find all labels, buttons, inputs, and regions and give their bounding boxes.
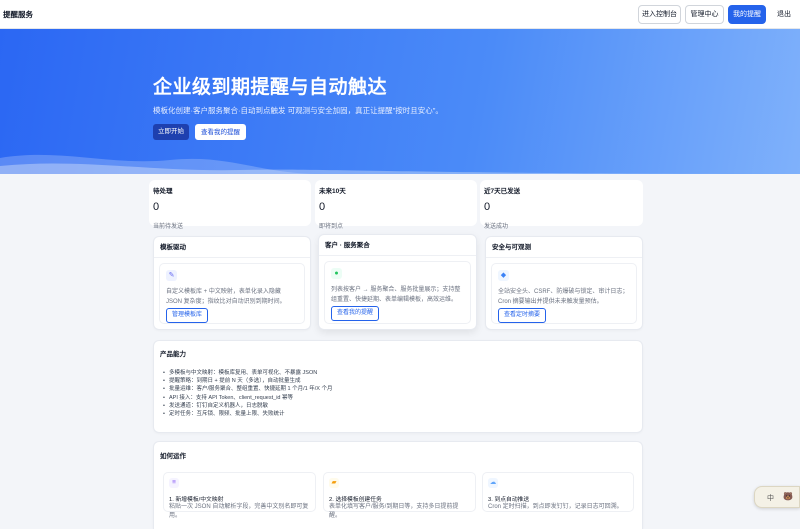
admin-center-button[interactable]: 管理中心 [685,5,724,24]
feature-body: ✎ 自定义模板库 + 中文映射，表单化录入隐藏 JSON 复杂度；指纹比对自动识… [159,263,305,324]
feature-body: ● 列表按客户 → 服务聚合、服务批量展示；支持整组重置、快捷延期、表单编辑模板… [324,261,471,324]
step-card-2: ▰ 2. 选择模板创建任务 表单化填写客户/服务/到期日等，支持多日提前提醒。 [323,472,476,519]
step-description: 表单化填写客户/服务/到期日等，支持多日提前提醒。 [329,504,459,519]
capability-item: 多模板与中文映射：模板库复用、表单可视化、不暴露 JSON [163,369,333,377]
ime-language-label[interactable]: 中 [767,493,774,503]
view-my-reminders-button[interactable]: 查看我的提醒 [195,124,246,140]
capabilities-title: 产品能力 [160,351,186,358]
step-title: 3. 到点自动推送 [488,497,530,503]
feature-card-aggregate: 客户 · 服务聚合 ● 列表按客户 → 服务聚合、服务批量展示；支持整组重置、快… [318,234,477,330]
capability-item: API 接入：支持 API Token、client_request_id 幂等 [163,394,333,402]
template-icon: ✎ [166,270,177,281]
step-card-3: ☁ 3. 到点自动推送 Cron 定时扫描，到点即发钉钉，记录日志可回溯。 [482,472,634,512]
stat-sub: 发送成功 [484,224,509,230]
hero-title: 企业级到期提醒与自动触达 [153,77,388,98]
stat-sub: 当前待发送 [153,224,184,230]
feature-title: 模板驱动 [154,237,310,258]
cloud-icon: ☁ [488,478,498,488]
stat-label: 待处理 [153,188,173,195]
view-my-reminders-link[interactable]: 查看我的提醒 [331,306,380,321]
step-description: Cron 定时扫描，到点即发钉钉，记录日志可回溯。 [488,504,623,510]
feature-body: ◆ 全站安全头、CSRF、防爆破与锁定、审计日志；Cron 摘要输出并提供未来触… [491,263,637,324]
floating-ime-widget[interactable]: 中 🐻 [754,486,800,508]
stat-sub: 即将到点 [319,224,344,230]
step-card-1: ≡ 1. 新增模板/中文映射 粘贴一次 JSON 自动解析字段，完善中文别名即可… [163,472,316,519]
feature-title: 客户 · 服务聚合 [319,235,476,256]
stat-card-pending: 待处理 0 当前待发送 [149,180,311,230]
view-cron-summary-button[interactable]: 查看定时摘要 [498,308,547,323]
brand-logo[interactable]: 提醒服务 [3,9,33,20]
feature-title: 安全与可观测 [486,237,642,258]
feature-description: 列表按客户 → 服务聚合、服务批量展示；支持整组重置、快捷延期、表单编辑模板，高… [331,287,461,303]
list-icon: ≡ [169,478,179,488]
stat-value: 0 [153,201,160,213]
feature-description: 全站安全头、CSRF、防爆破与锁定、审计日志；Cron 摘要输出并提供未来触发量… [498,289,629,305]
how-it-works-title: 如何运作 [160,453,186,460]
capability-item: 提醒策略：到期日 + 提前 N 天（多选），自动批量生成 [163,377,333,385]
stat-label: 未来10天 [319,188,346,195]
capability-item: 批量运维：客户/服务聚合、整组重置、快捷延期 1 个月/1 年/X 个月 [163,385,332,393]
step-title: 2. 选择模板创建任务 [329,497,382,503]
shield-icon: ◆ [498,270,509,281]
aggregate-icon: ● [331,268,342,279]
hero-banner: 企业级到期提醒与自动触达 模板化创建·客户服务聚合·自动到点触发 可观测与安全加… [0,29,800,174]
hero-subtitle: 模板化创建·客户服务聚合·自动到点触发 可观测与安全加固，真正让提醒"按时且安心… [153,106,443,115]
capabilities-card: 产品能力 多模板与中文映射：模板库复用、表单可视化、不暴露 JSON 提醒策略：… [153,340,643,433]
stat-value: 0 [319,201,326,213]
capability-item: 发送通道：钉钉自定义机器人，日志脱敏 [163,402,333,410]
logout-button[interactable]: 退出 [771,5,797,24]
step-description: 粘贴一次 JSON 自动解析字段，完善中文别名即可复用。 [169,504,309,519]
stat-card-sent: 近7天已发送 0 发送成功 [480,180,643,230]
top-nav: 提醒服务 进入控制台 管理中心 我的提醒 退出 [0,0,800,29]
feature-description: 自定义模板库 + 中文映射，表单化录入隐藏 JSON 复杂度；指纹比对自动识别到… [166,289,286,305]
step-title: 1. 新增模板/中文映射 [169,497,224,503]
my-reminders-button[interactable]: 我的提醒 [728,5,766,24]
console-button[interactable]: 进入控制台 [638,5,681,24]
stat-card-upcoming: 未来10天 0 即将到点 [315,180,477,230]
hero-wave-decoration [0,154,800,174]
feature-card-template: 模板驱动 ✎ 自定义模板库 + 中文映射，表单化录入隐藏 JSON 复杂度；指纹… [153,236,311,330]
feature-card-security: 安全与可观测 ◆ 全站安全头、CSRF、防爆破与锁定、审计日志；Cron 摘要输… [485,236,643,330]
capability-item: 定时任务：互斥锁、限频、批量上限、失败统计 [163,410,333,418]
how-it-works-card: 如何运作 ≡ 1. 新增模板/中文映射 粘贴一次 JSON 自动解析字段，完善中… [153,441,643,529]
manage-templates-button[interactable]: 管理模板库 [166,308,209,323]
capabilities-list: 多模板与中文映射：模板库复用、表单可视化、不暴露 JSON 提醒策略：到期日 +… [163,369,333,418]
folder-icon: ▰ [329,478,339,488]
stat-value: 0 [484,201,491,213]
bear-icon[interactable]: 🐻 [783,492,793,501]
stat-label: 近7天已发送 [484,188,521,195]
start-now-button[interactable]: 立即开始 [153,124,189,140]
